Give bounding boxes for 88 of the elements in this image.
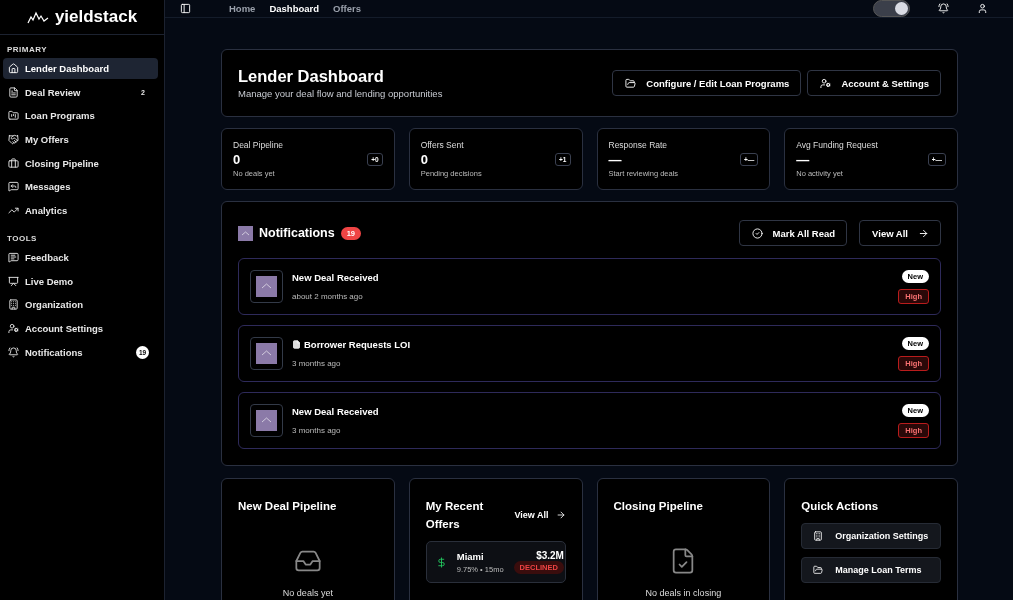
user-icon[interactable]: [977, 3, 988, 14]
arrow-right-icon: [555, 510, 566, 520]
nav-label: Loan Programs: [25, 110, 96, 122]
nav-label: Deal Review: [25, 86, 82, 98]
logo-icon: [238, 225, 253, 241]
nav-icon: [8, 86, 19, 98]
logo-icon: [256, 276, 277, 297]
nav-label: Live Demo: [25, 275, 75, 287]
nav-icon: [8, 134, 19, 146]
section-label: PRIMARY: [6, 44, 49, 56]
notification-time: 3 months ago: [292, 359, 342, 368]
nav-icon: [8, 181, 19, 193]
stat-label: Deal Pipeline: [233, 140, 285, 150]
nav-item[interactable]: Closing Pipeline: [3, 152, 158, 174]
nav-label: Lender Dashboard: [25, 63, 110, 74]
nav-icon: [8, 63, 19, 74]
section-title: Notifications: [259, 226, 335, 240]
nav-icon: [8, 346, 19, 358]
stat-value: —: [608, 152, 623, 167]
notification-time: about 2 months ago: [292, 292, 364, 301]
offer-city: Miami: [456, 550, 485, 562]
quick-action-button[interactable]: Organization Settings: [801, 523, 941, 549]
nav-item[interactable]: Analytics: [3, 200, 158, 222]
nav-label: Notifications: [25, 346, 84, 358]
nav-tab[interactable]: Home: [229, 3, 256, 14]
nav-tab[interactable]: Offers: [333, 3, 361, 14]
nav-item[interactable]: Lender Dashboard: [3, 58, 158, 79]
user-gear-icon: [820, 77, 832, 89]
nav-icon: [8, 322, 19, 334]
stat-value: 0: [420, 152, 429, 167]
stat-label: Avg Funding Request: [796, 140, 879, 150]
card-title: Closing Pipeline: [613, 499, 704, 514]
stat-label: Response Rate: [608, 140, 669, 150]
empty-text: No deals in closing: [645, 588, 722, 598]
stat-label: Offers Sent: [420, 140, 465, 150]
empty-text: No deals yet: [282, 588, 333, 598]
nav-item[interactable]: Live Demo: [3, 270, 158, 292]
sidebar-toggle-icon[interactable]: [180, 3, 191, 14]
building-icon: [813, 531, 824, 541]
mark-all-read-button[interactable]: Mark All Read: [738, 220, 848, 246]
quick-action-button[interactable]: Manage Loan Terms: [801, 557, 941, 583]
section-label: TOOLS: [6, 232, 38, 245]
view-all-button[interactable]: View All: [859, 220, 941, 246]
card-title: Quick Actions: [801, 499, 880, 514]
header-button[interactable]: Configure / Edit Loan Programs: [612, 70, 802, 96]
check-circle-icon: [751, 227, 763, 239]
theme-toggle[interactable]: [873, 0, 910, 17]
notification-time: 3 months ago: [292, 426, 342, 435]
card-title: New Deal Pipeline: [238, 499, 338, 514]
nav-tab[interactable]: Dashboard: [269, 3, 320, 14]
page-subtitle: Manage your deal flow and lending opportunities: [238, 88, 444, 99]
offer-amount: $3.2M: [536, 550, 564, 561]
folder-icon: [625, 77, 637, 89]
logo-icon: [256, 410, 277, 431]
header-button[interactable]: Account & Settings: [807, 70, 941, 96]
nav-item[interactable]: Loan Programs: [3, 105, 158, 127]
card-title: My Recent Offers: [425, 499, 485, 532]
page-title: Lender Dashboard: [238, 67, 385, 86]
nav-item[interactable]: Messages: [3, 176, 158, 198]
notification-title: Borrower Requests LOI: [304, 339, 411, 350]
nav-label: Closing Pipeline: [25, 157, 100, 169]
nav-label: Feedback: [25, 251, 70, 263]
nav-icon: [8, 110, 19, 122]
nav-item[interactable]: Account Settings: [3, 317, 158, 339]
folder-icon: [813, 565, 824, 575]
nav-label: Organization: [25, 299, 85, 311]
nav-label: My Offers: [25, 134, 70, 146]
arrow-right-icon: [918, 227, 929, 239]
logo-text: yieldstack: [54, 7, 138, 27]
logo-icon: [256, 343, 277, 364]
notification-title: New Deal Received: [292, 406, 379, 417]
nav-item[interactable]: Organization: [3, 294, 158, 316]
nav-icon: [8, 299, 19, 311]
stat-value: —: [796, 152, 811, 167]
nav-label: Account Settings: [25, 322, 105, 334]
nav-icon: [8, 157, 19, 169]
logo-icon: [26, 10, 49, 24]
nav-label: Messages: [25, 181, 72, 193]
nav-item[interactable]: Feedback: [3, 246, 158, 268]
bell-icon[interactable]: [938, 3, 949, 14]
notification-title: New Deal Received: [292, 272, 379, 283]
nav-icon: [8, 275, 19, 287]
nav-icon: [8, 251, 19, 263]
dollar-icon: [435, 556, 447, 568]
nav-item[interactable]: My Offers: [3, 129, 158, 151]
nav-label: Analytics: [25, 205, 69, 217]
stat-value: 0: [233, 152, 242, 167]
view-all-link[interactable]: View All: [514, 510, 566, 520]
